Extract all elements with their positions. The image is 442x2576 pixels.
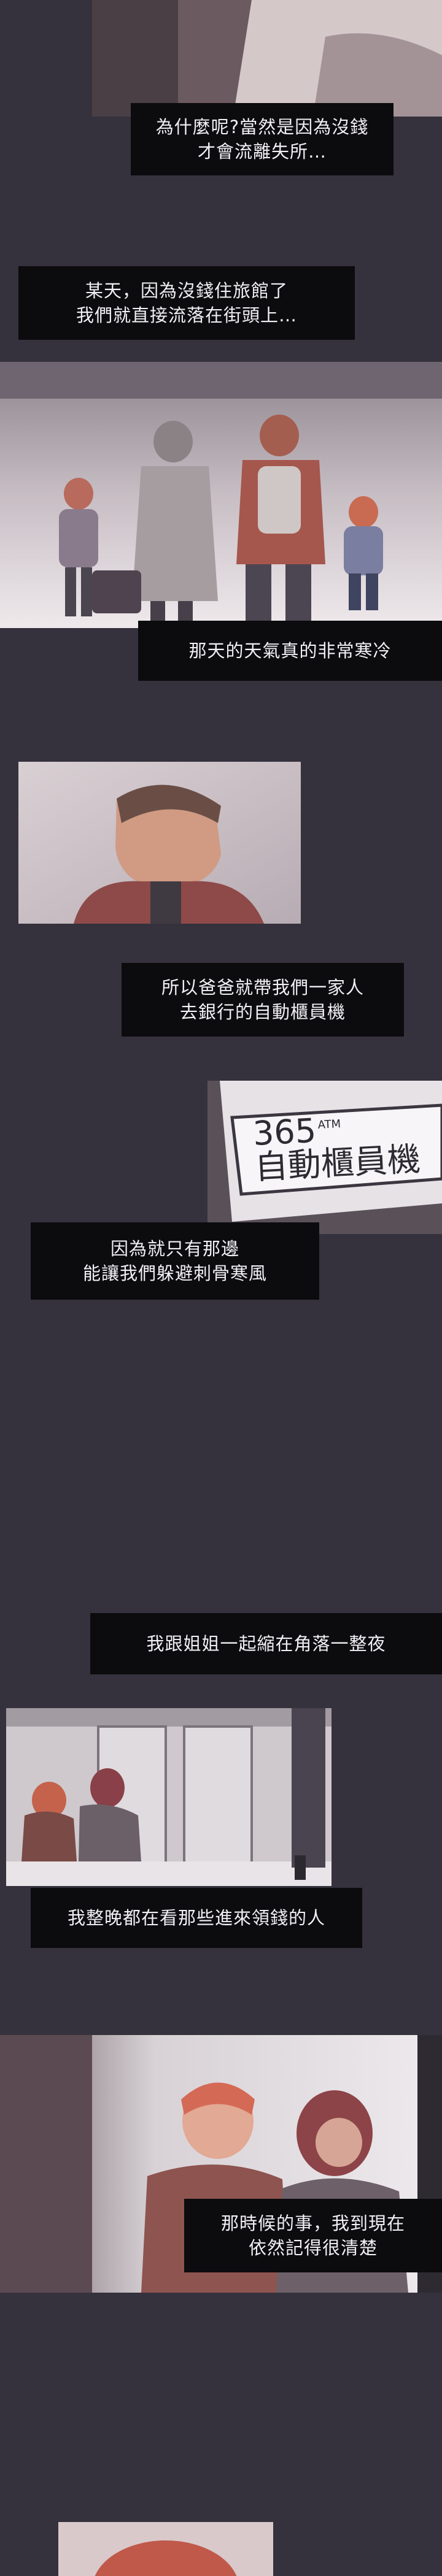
narration-caption-7: 我整晚都在看那些進來領錢的人 xyxy=(31,1888,362,1948)
panel-family-walking xyxy=(0,362,442,628)
narration-caption-1: 為什麼呢?當然是因為沒錢 才會流離失所… xyxy=(131,103,394,175)
caption-line: 依然記得很清楚 xyxy=(248,2237,378,2258)
caption-line: 所以爸爸就帶我們一家人 xyxy=(161,977,364,998)
atm-small-text: ATM xyxy=(317,1117,341,1132)
panel-father-closeup xyxy=(18,762,301,924)
caption-line: 去銀行的自動櫃員機 xyxy=(179,1002,346,1022)
panel-kids-atm-corner xyxy=(6,1708,332,1886)
narration-caption-4: 所以爸爸就帶我們一家人 去銀行的自動櫃員機 xyxy=(122,963,404,1037)
caption-line: 能讓我們躲避刺骨寒風 xyxy=(82,1263,267,1284)
narration-caption-3: 那天的天氣真的非常寒冷 xyxy=(138,621,442,681)
caption-line: 那天的天氣真的非常寒冷 xyxy=(188,640,392,661)
caption-line: 那時候的事，我到現在 xyxy=(220,2213,405,2234)
caption-line: 才會流離失所… xyxy=(197,141,327,162)
caption-line: 因為就只有那邊 xyxy=(110,1238,239,1259)
panel-bottom-partial xyxy=(58,2522,273,2576)
narration-caption-2: 某天，因為沒錢住旅館了 我們就直接流落在街頭上… xyxy=(18,266,355,340)
panel-top-scene xyxy=(92,0,442,117)
narration-caption-5: 因為就只有那邊 能讓我們躲避刺骨寒風 xyxy=(31,1222,319,1300)
narration-caption-8: 那時候的事，我到現在 依然記得很清楚 xyxy=(184,2199,442,2272)
caption-line: 我整晚都在看那些進來領錢的人 xyxy=(67,1907,325,1928)
panel-atm-sign: 365 ATM 自動櫃員機 xyxy=(207,1081,442,1234)
narration-caption-6: 我跟姐姐一起縮在角落一整夜 xyxy=(90,1613,442,1674)
caption-line: 為什麼呢?當然是因為沒錢 xyxy=(155,117,369,137)
caption-line: 我們就直接流落在街頭上… xyxy=(76,305,297,326)
caption-line: 我跟姐姐一起縮在角落一整夜 xyxy=(146,1633,386,1654)
caption-line: 某天，因為沒錢住旅館了 xyxy=(85,280,288,301)
